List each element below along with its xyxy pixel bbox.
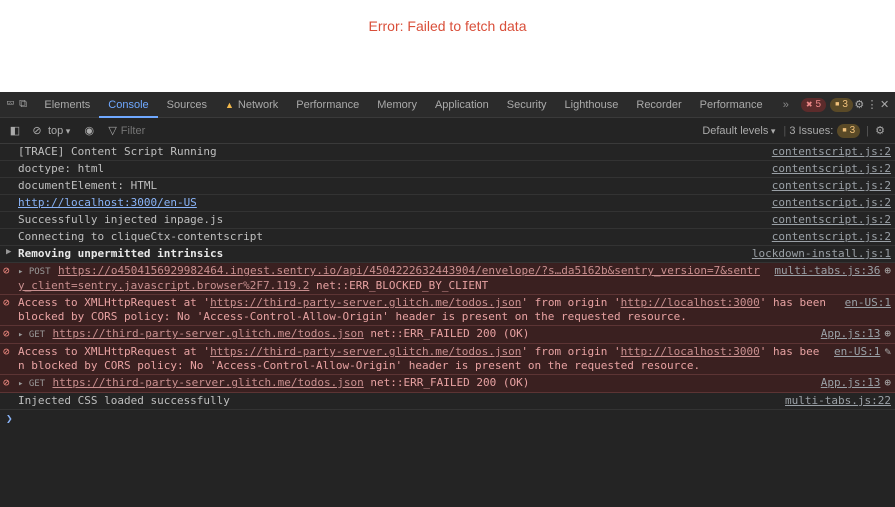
issues-button[interactable]: 3 Issues: 3 bbox=[786, 124, 860, 138]
tab-recorder[interactable]: Recorder bbox=[627, 92, 690, 118]
devtools-panel: ⮹ ⧉ Elements Console Sources Network Per… bbox=[0, 92, 895, 507]
source-link[interactable]: multi-tabs.js:22 bbox=[785, 394, 891, 407]
error-row: ▸ GET https://third-party-server.glitch.… bbox=[0, 375, 895, 393]
error-row: Access to XMLHttpRequest at 'https://thi… bbox=[0, 295, 895, 326]
tab-lighthouse[interactable]: Lighthouse bbox=[556, 92, 628, 118]
log-row: documentElement: HTMLcontentscript.js:2 bbox=[0, 178, 895, 195]
close-icon[interactable]: ✕ bbox=[878, 98, 891, 111]
gear-icon[interactable]: ⊕ bbox=[884, 376, 891, 389]
url-link[interactable]: https://third-party-server.glitch.me/tod… bbox=[210, 345, 521, 358]
url-link[interactable]: https://third-party-server.glitch.me/tod… bbox=[53, 376, 364, 389]
source-link[interactable]: App.js:13 bbox=[821, 327, 881, 340]
levels-select[interactable]: Default levels bbox=[702, 125, 775, 137]
tab-sources[interactable]: Sources bbox=[158, 92, 216, 118]
clear-console-icon[interactable]: ⊘ bbox=[26, 124, 48, 137]
console-toolbar: ◧ ⊘ top ◉ ▽ Default levels | 3 Issues: 3… bbox=[0, 118, 895, 144]
page-error-text: Error: Failed to fetch data bbox=[369, 18, 527, 34]
error-row: Access to XMLHttpRequest at 'https://thi… bbox=[0, 344, 895, 375]
wrench-icon[interactable]: ✎ bbox=[884, 345, 891, 358]
gear-icon[interactable]: ⊕ bbox=[884, 327, 891, 340]
sidebar-toggle-icon[interactable]: ◧ bbox=[4, 124, 26, 137]
log-row: [TRACE] Content Script Runningcontentscr… bbox=[0, 144, 895, 161]
device-toolbar-icon[interactable]: ⧉ bbox=[17, 98, 30, 111]
tab-network[interactable]: Network bbox=[216, 92, 287, 118]
issues-count-badge: 3 bbox=[837, 124, 860, 138]
source-link[interactable]: App.js:13 bbox=[821, 376, 881, 389]
log-row: ▶Removing unpermitted intrinsicslockdown… bbox=[0, 246, 895, 263]
tab-security[interactable]: Security bbox=[498, 92, 556, 118]
source-link[interactable]: lockdown-install.js:1 bbox=[752, 247, 891, 260]
warning-count-badge[interactable]: 3 bbox=[830, 98, 853, 112]
expand-icon[interactable]: ▸ GET bbox=[18, 330, 51, 340]
source-link[interactable]: contentscript.js:2 bbox=[772, 213, 891, 226]
source-link[interactable]: contentscript.js:2 bbox=[772, 145, 891, 158]
devtools-tabs: ⮹ ⧉ Elements Console Sources Network Per… bbox=[0, 92, 895, 118]
tab-console[interactable]: Console bbox=[99, 92, 157, 118]
log-row: Injected CSS loaded successfullymulti-ta… bbox=[0, 393, 895, 410]
error-row: ▸ GET https://third-party-server.glitch.… bbox=[0, 326, 895, 344]
tab-application[interactable]: Application bbox=[426, 92, 498, 118]
more-tabs-icon[interactable]: » bbox=[783, 99, 789, 111]
error-count-badge[interactable]: 5 bbox=[801, 98, 826, 112]
console-body[interactable]: [TRACE] Content Script Runningcontentscr… bbox=[0, 144, 895, 507]
error-row: ▸ POST https://o4504156929982464.ingest.… bbox=[0, 263, 895, 295]
log-row: Connecting to cliqueCtx-contentscriptcon… bbox=[0, 229, 895, 246]
page-content: Error: Failed to fetch data bbox=[0, 0, 895, 92]
gear-icon[interactable]: ⊕ bbox=[884, 264, 891, 277]
source-link[interactable]: contentscript.js:2 bbox=[772, 196, 891, 209]
filter-icon: ▽ bbox=[108, 124, 116, 137]
log-row: doctype: htmlcontentscript.js:2 bbox=[0, 161, 895, 178]
source-link[interactable]: contentscript.js:2 bbox=[772, 230, 891, 243]
source-link[interactable]: contentscript.js:2 bbox=[772, 162, 891, 175]
more-icon[interactable]: ⋮ bbox=[866, 98, 879, 111]
url-link[interactable]: https://third-party-server.glitch.me/tod… bbox=[210, 296, 521, 309]
url-link[interactable]: http://localhost:3000 bbox=[621, 345, 760, 358]
source-link[interactable]: multi-tabs.js:36 bbox=[774, 264, 880, 277]
tab-performance[interactable]: Performance bbox=[287, 92, 368, 118]
url-link[interactable]: http://localhost:3000 bbox=[621, 296, 760, 309]
expand-icon[interactable]: ▸ GET bbox=[18, 379, 51, 389]
filter-box[interactable]: ▽ bbox=[108, 124, 268, 137]
console-prompt[interactable]: ❯ bbox=[0, 410, 895, 427]
expand-icon[interactable]: ▶ bbox=[6, 247, 11, 257]
log-row: http://localhost:3000/en-US contentscript… bbox=[0, 195, 895, 212]
console-settings-icon[interactable]: ⚙ bbox=[869, 124, 891, 137]
context-select[interactable]: top bbox=[48, 125, 70, 137]
filter-input[interactable] bbox=[121, 125, 241, 137]
tab-performance-insights[interactable]: Performance insights ⚗ bbox=[691, 92, 775, 118]
settings-icon[interactable]: ⚙ bbox=[853, 98, 866, 111]
url-link[interactable]: https://third-party-server.glitch.me/tod… bbox=[53, 327, 364, 340]
tab-elements[interactable]: Elements bbox=[35, 92, 99, 118]
tab-memory[interactable]: Memory bbox=[368, 92, 426, 118]
expand-icon[interactable]: ▸ POST bbox=[18, 267, 56, 277]
source-link[interactable]: en-US:1 bbox=[845, 296, 891, 309]
log-row: Successfully injected inpage.jscontentsc… bbox=[0, 212, 895, 229]
inspect-icon[interactable]: ⮹ bbox=[4, 98, 17, 111]
url-link[interactable]: http://localhost:3000/en-US bbox=[18, 196, 197, 209]
live-expression-icon[interactable]: ◉ bbox=[78, 124, 100, 137]
source-link[interactable]: contentscript.js:2 bbox=[772, 179, 891, 192]
source-link[interactable]: en-US:1 bbox=[834, 345, 880, 358]
